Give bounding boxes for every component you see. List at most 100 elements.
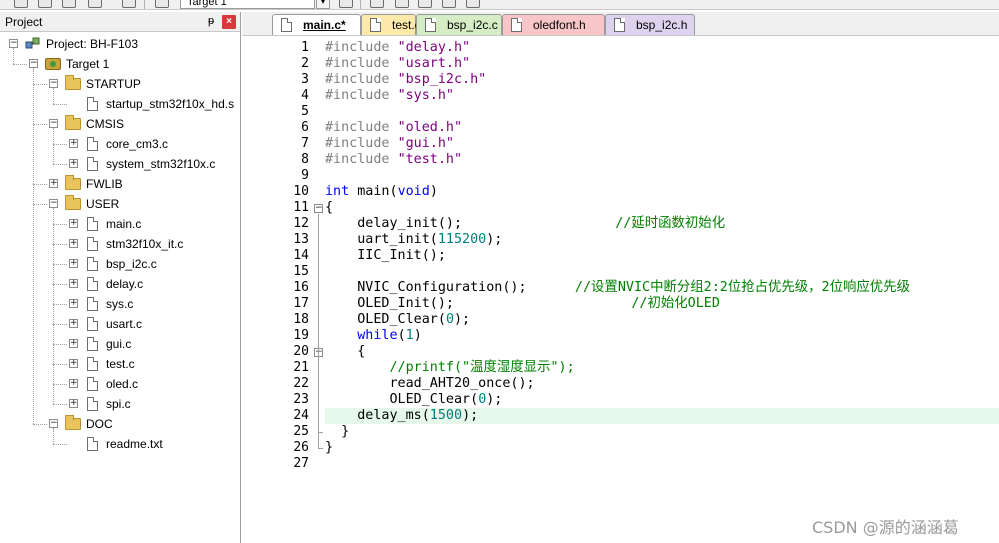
- close-icon[interactable]: ×: [222, 15, 236, 29]
- line-number: 5: [301, 104, 309, 119]
- tab-main-c[interactable]: main.c*: [272, 14, 361, 35]
- tab-bsp-i2c-h[interactable]: bsp_i2c.h: [605, 14, 695, 35]
- code-token: void: [397, 184, 430, 199]
- expand-icon[interactable]: +: [69, 319, 78, 328]
- tree-item[interactable]: − Target 1: [0, 54, 240, 74]
- code-line[interactable]: delay_init(); //延时函数初始化: [325, 216, 725, 232]
- check-icon[interactable]: [466, 0, 480, 8]
- tree-item[interactable]: + oled.c: [0, 374, 240, 394]
- code-editor[interactable]: 1 #include "delay.h" 2 #include "usart.h" 3 #…: [249, 36, 999, 543]
- code-line[interactable]: read_AHT20_once();: [325, 376, 534, 392]
- expand-icon[interactable]: +: [69, 299, 78, 308]
- tree-item[interactable]: + FWLIB: [0, 174, 240, 194]
- tree-item[interactable]: startup_stm32f10x_hd.s: [0, 94, 240, 114]
- code-line[interactable]: //printf("温度湿度显示");: [325, 360, 575, 376]
- tree-item[interactable]: + usart.c: [0, 314, 240, 334]
- expand-icon[interactable]: +: [69, 139, 78, 148]
- collapse-icon[interactable]: −: [49, 199, 58, 208]
- collapse-icon[interactable]: −: [49, 79, 58, 88]
- tree-item[interactable]: + delay.c: [0, 274, 240, 294]
- expand-icon[interactable]: +: [69, 379, 78, 388]
- code-token: 0: [445, 312, 454, 327]
- expand-icon[interactable]: +: [69, 359, 78, 368]
- tree-item-label: delay.c: [106, 277, 144, 291]
- expand-icon[interactable]: +: [69, 159, 78, 168]
- code-line[interactable]: delay_ms(1500);: [325, 408, 478, 424]
- tree-connector: [53, 384, 67, 385]
- collapse-icon[interactable]: −: [9, 39, 18, 48]
- rebuild-icon[interactable]: [38, 0, 52, 8]
- code-token: );: [462, 408, 479, 423]
- expand-icon[interactable]: +: [69, 239, 78, 248]
- code-line[interactable]: #include "delay.h": [325, 40, 470, 56]
- code-line[interactable]: {: [325, 344, 365, 360]
- code-line[interactable]: #include "bsp_i2c.h": [325, 72, 486, 88]
- tree-item[interactable]: + stm32f10x_it.c: [0, 234, 240, 254]
- code-line[interactable]: uart_init(115200);: [325, 232, 502, 248]
- code-line[interactable]: OLED_Clear(0);: [325, 392, 502, 408]
- tab-test-c[interactable]: test.c: [361, 14, 421, 35]
- tree-item[interactable]: + bsp_i2c.c: [0, 254, 240, 274]
- load-icon[interactable]: [155, 0, 169, 8]
- tree-item[interactable]: + main.c: [0, 214, 240, 234]
- file-icon: [87, 157, 98, 171]
- code-line[interactable]: while(1): [325, 328, 422, 344]
- code-token: uart_init(: [325, 232, 438, 247]
- copy-icon[interactable]: [395, 0, 409, 8]
- code-token: 115200: [437, 232, 487, 247]
- chevron-down-icon[interactable]: ▾: [316, 0, 330, 9]
- batch-build-icon[interactable]: [62, 0, 76, 8]
- tree-item[interactable]: + spi.c: [0, 394, 240, 414]
- target-select[interactable]: Target 1: [180, 0, 315, 9]
- editor-tab-bar: main.c* test.c bsp_i2c.c oledfont.h bsp_i2c.…: [242, 12, 999, 36]
- tab-bsp-i2c-c[interactable]: bsp_i2c.c: [416, 14, 502, 35]
- collapse-icon[interactable]: −: [49, 419, 58, 428]
- file-icon: [87, 377, 98, 391]
- code-line[interactable]: #include "gui.h": [325, 136, 454, 152]
- tree-item[interactable]: + system_stm32f10x.c: [0, 154, 240, 174]
- pin-icon[interactable]: ᵽ: [205, 14, 217, 28]
- code-line[interactable]: #include "sys.h": [325, 88, 454, 104]
- code-line[interactable]: int main(void): [325, 184, 438, 200]
- code-line[interactable]: OLED_Init(); //初始化OLED: [325, 296, 720, 312]
- window-icon[interactable]: [370, 0, 384, 8]
- options-icon[interactable]: [339, 0, 353, 8]
- expand-icon[interactable]: +: [69, 339, 78, 348]
- tree-item[interactable]: readme.txt: [0, 434, 240, 454]
- tree-item-label: gui.c: [106, 337, 132, 351]
- tree-item[interactable]: − DOC: [0, 414, 240, 434]
- tree-item[interactable]: + core_cm3.c: [0, 134, 240, 154]
- expand-icon[interactable]: +: [69, 279, 78, 288]
- code-line[interactable]: NVIC_Configuration(); //设置NVIC中断分组2:2位抢占…: [325, 280, 910, 296]
- collapse-icon[interactable]: −: [314, 204, 323, 213]
- collapse-icon[interactable]: −: [49, 119, 58, 128]
- expand-icon[interactable]: +: [49, 179, 58, 188]
- download-icon[interactable]: [122, 0, 136, 8]
- tree-item[interactable]: − STARTUP: [0, 74, 240, 94]
- code-line[interactable]: OLED_Clear(0);: [325, 312, 470, 328]
- code-line[interactable]: IIC_Init();: [325, 248, 446, 264]
- translate-icon[interactable]: [88, 0, 102, 8]
- tree-item[interactable]: − USER: [0, 194, 240, 214]
- diamond-icon[interactable]: [442, 0, 456, 8]
- tree-item[interactable]: + gui.c: [0, 334, 240, 354]
- expand-icon[interactable]: +: [69, 399, 78, 408]
- code-line[interactable]: }: [325, 440, 333, 456]
- code-line[interactable]: {: [325, 200, 333, 216]
- code-line[interactable]: #include "usart.h": [325, 56, 470, 72]
- code-line[interactable]: }: [325, 424, 349, 440]
- expand-icon[interactable]: +: [69, 219, 78, 228]
- tree-item[interactable]: − CMSIS: [0, 114, 240, 134]
- expand-icon[interactable]: +: [69, 259, 78, 268]
- code-line[interactable]: #include "oled.h": [325, 120, 462, 136]
- tree-item[interactable]: − Project: BH-F103: [0, 34, 240, 54]
- tree-connector: [53, 224, 67, 225]
- tree-item[interactable]: + test.c: [0, 354, 240, 374]
- tab-oledfont-h[interactable]: oledfont.h: [502, 14, 605, 35]
- collapse-icon[interactable]: −: [29, 59, 38, 68]
- code-line[interactable]: #include "test.h": [325, 152, 462, 168]
- build-icon[interactable]: [14, 0, 28, 8]
- tree-item[interactable]: + sys.c: [0, 294, 240, 314]
- arrow-down-icon[interactable]: [418, 0, 432, 8]
